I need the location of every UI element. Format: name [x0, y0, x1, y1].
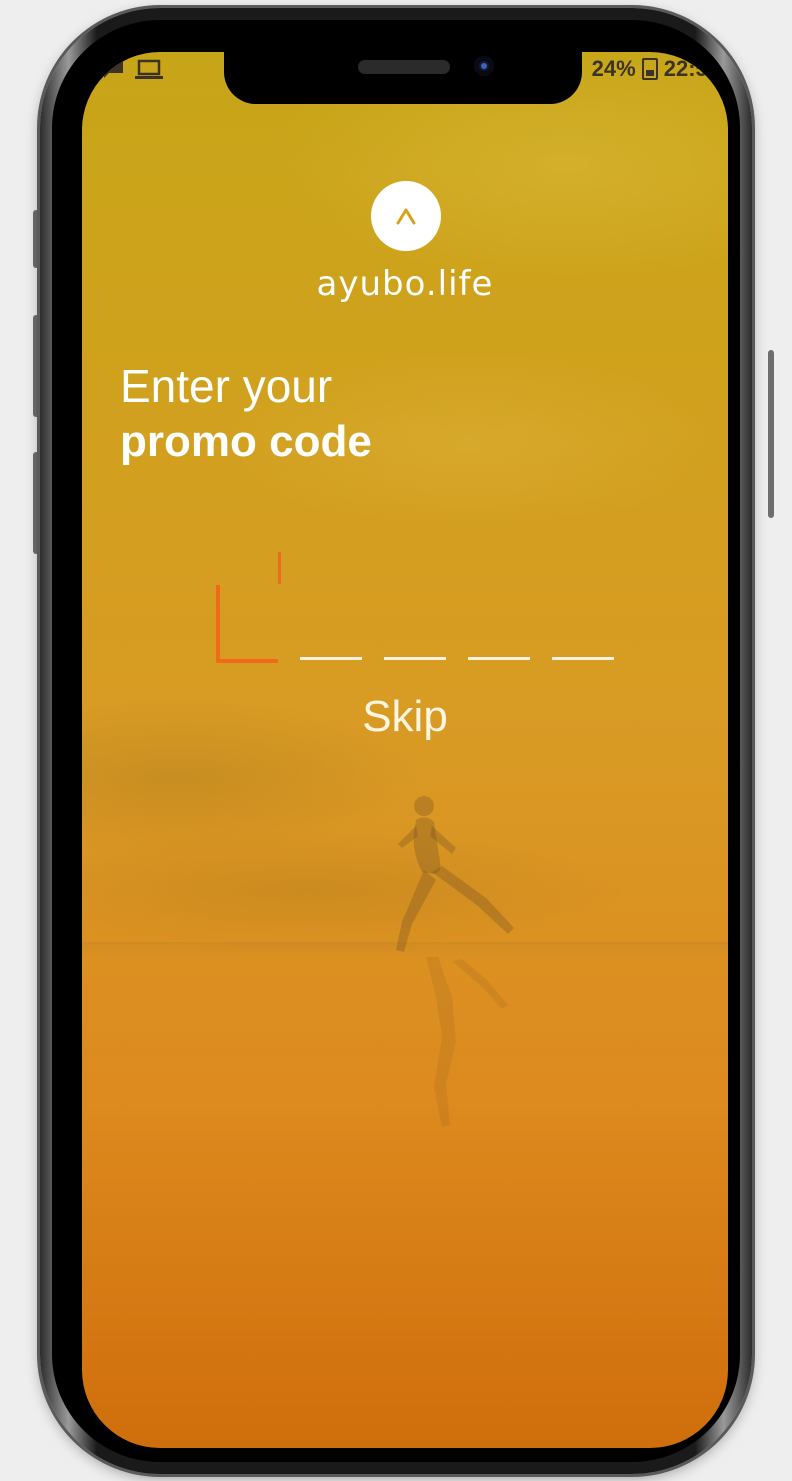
chat-icon: [100, 58, 126, 85]
battery-percent: 24%: [591, 56, 636, 81]
chevron-up-icon: [396, 208, 416, 225]
status-bar-right: 24% 22:53: [592, 56, 720, 82]
background-image: [82, 52, 728, 1448]
page-heading: Enter your promo code: [120, 358, 372, 470]
app-logo: [371, 181, 441, 251]
promo-code-slot-3[interactable]: [384, 657, 446, 660]
speaker-grille: [358, 60, 450, 74]
status-bar-left: [100, 58, 164, 85]
phone-notch: [224, 48, 582, 104]
battery-icon: [641, 58, 658, 80]
promo-code-slot-5[interactable]: [552, 657, 614, 660]
silent-switch: [33, 210, 39, 268]
app-screen: 24% 22:53 ayubo.life Enter your promo co…: [82, 52, 728, 1448]
brand-name: ayubo.life: [316, 264, 494, 304]
text-cursor: [278, 552, 281, 584]
promo-code-slot-1[interactable]: [216, 585, 278, 663]
runner-reflection: [426, 957, 508, 1127]
status-time: 22:53: [663, 56, 720, 81]
skip-button[interactable]: Skip: [82, 692, 728, 742]
promo-code-slot-4[interactable]: [468, 657, 530, 660]
power-button: [768, 350, 774, 518]
heading-line-1: Enter your: [120, 360, 333, 412]
heading-line-2: promo code: [120, 417, 372, 466]
slot-focus-border-bottom: [216, 659, 278, 663]
volume-up-button: [33, 315, 39, 417]
runner-silhouette: [396, 796, 514, 952]
home-indicator: [325, 1428, 485, 1434]
laptop-icon: [134, 58, 164, 85]
promo-code-input[interactable]: [216, 552, 616, 672]
front-camera-icon: [474, 56, 494, 76]
slot-focus-border-left: [216, 585, 220, 663]
promo-code-slot-2[interactable]: [300, 657, 362, 660]
volume-down-button: [33, 452, 39, 554]
